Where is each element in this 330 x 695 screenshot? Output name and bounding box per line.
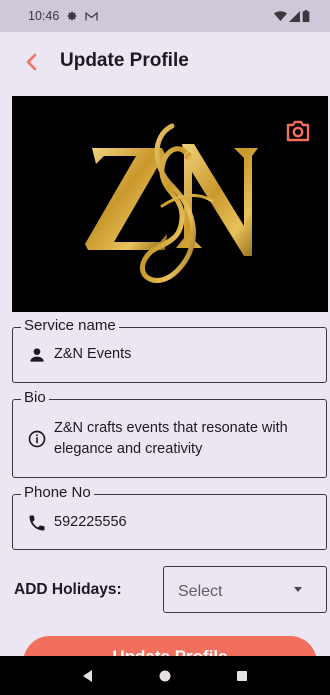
phone-label: Phone No [21,484,94,501]
phone-value: 592225556 [54,514,127,530]
status-bar: 10:46 [0,0,330,32]
bio-value: Z&N crafts events that resonate with ele… [54,418,288,460]
camera-icon[interactable] [284,118,312,144]
cover-image [12,96,328,312]
dropdown-arrow-icon [294,587,302,592]
settings-icon [67,11,77,21]
status-left: 10:46 [28,9,98,23]
phone-icon [29,515,45,531]
status-right [274,10,310,22]
home-circle-icon[interactable] [155,666,175,686]
status-time: 10:46 [28,9,60,23]
service-name-label: Service name [21,317,119,334]
cell-signal-icon [289,10,300,22]
chevron-left-icon[interactable] [20,50,44,74]
app-bar: Update Profile [0,40,330,84]
bio-field[interactable]: Bio Z&N crafts events that resonate with… [12,389,327,478]
wifi-icon [274,10,287,21]
add-holidays-label: ADD Holidays: [14,581,122,598]
person-icon [30,348,44,362]
phone-field[interactable]: Phone No 592225556 [12,484,327,550]
service-name-value: Z&N Events [54,346,132,362]
gmail-icon [85,11,98,20]
holidays-select[interactable]: Select [163,566,327,613]
bio-line-1: Z&N crafts events that resonate with [54,420,288,436]
recents-square-icon[interactable] [232,666,252,686]
bio-line-2: elegance and creativity [54,441,203,457]
zn-logo [85,123,258,283]
back-triangle-icon[interactable] [78,666,98,686]
system-nav-bar [0,656,330,695]
bio-label: Bio [21,389,49,406]
battery-icon [302,10,310,22]
info-icon [28,430,46,448]
service-name-field[interactable]: Service name Z&N Events [12,317,327,383]
holidays-select-value: Select [178,583,223,600]
page-title: Update Profile [60,50,189,71]
